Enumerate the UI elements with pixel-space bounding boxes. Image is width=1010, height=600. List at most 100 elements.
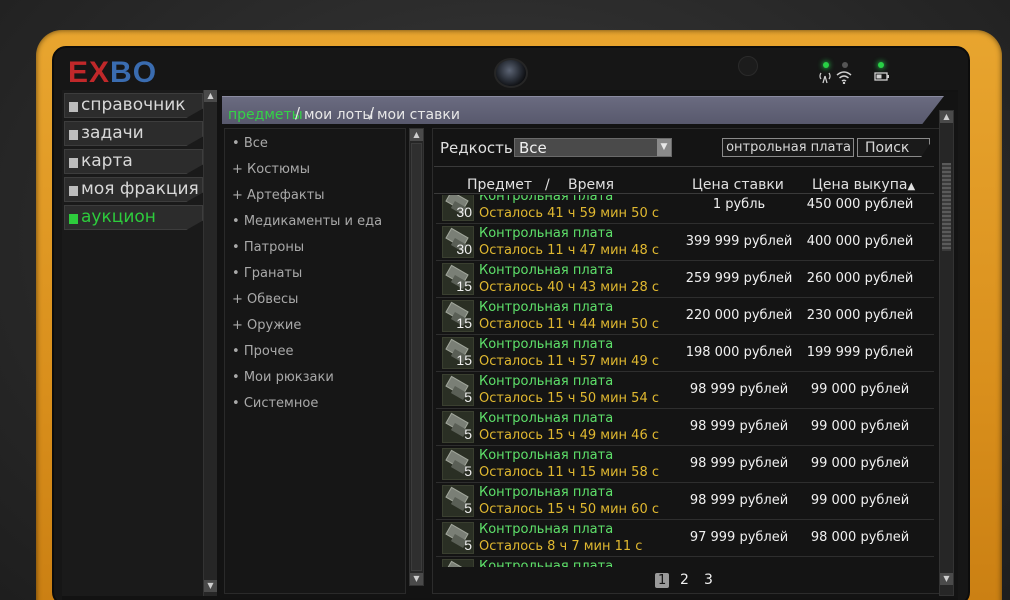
sensor-icon [738,56,758,76]
scroll-up-icon[interactable]: ▲ [410,129,423,141]
column-header-buyout[interactable]: Цена выкупа▲ [812,177,915,193]
sidebar-item-tasks[interactable]: задачи [64,121,203,146]
category-label: Оружие [247,318,302,333]
control-board-icon: 30 [442,195,474,221]
rarity-label: Редкость [440,139,513,157]
item-time-left: Осталось 8 ч 7 мин 11 с [479,539,643,554]
category-label: Обвесы [247,292,299,307]
item-time-left: Осталось 11 ч 15 мин 58 с [479,465,659,480]
category-label: Артефакты [247,188,325,203]
square-icon [69,186,78,196]
bid-price: 98 999 рублей [689,419,789,434]
rarity-select[interactable]: Все ▼ [514,138,672,157]
category-prefix: + [232,318,243,333]
category-item[interactable]: + Костюмы [232,162,310,177]
sidebar-item-reference[interactable]: справочник [64,93,203,118]
square-icon [69,102,78,112]
tab-my-lots[interactable]: мои лоты [304,107,373,123]
category-item[interactable]: • Системное [232,396,318,411]
bid-price: 1 рубль [712,197,766,212]
sidebar-scrollbar[interactable]: ▲ ▼ [203,90,217,596]
buyout-price: 260 000 рублей [806,271,914,286]
table-row[interactable]: 5 Контрольная плата Осталось 8 ч 7 мин 1… [436,520,934,557]
column-header-time[interactable]: Время [568,177,614,193]
led-indicator [842,62,848,68]
tab-bar: предметы / мои лоты / мои ставки [222,96,944,124]
bid-price: 98 999 рублей [689,382,789,397]
category-item[interactable]: • Прочее [232,344,293,359]
column-header-item[interactable]: Предмет [467,177,532,193]
scroll-thumb[interactable] [411,143,422,571]
signal-icon [818,70,832,88]
table-row[interactable]: 30 Контрольная плата Осталось 11 ч 47 ми… [436,224,934,261]
control-board-icon: 15 [442,300,474,332]
chevron-down-icon[interactable]: ▼ [657,139,671,156]
category-prefix: • [232,266,240,281]
category-scrollbar[interactable]: ▲ ▼ [409,128,424,586]
scroll-down-icon[interactable]: ▼ [940,573,953,585]
table-row[interactable]: 15 Контрольная плата Осталось 11 ч 44 ми… [436,298,934,335]
tab-my-bids[interactable]: мои ставки [377,107,460,123]
table-row[interactable]: 5 Контрольная плата Осталось 11 ч 15 мин… [436,446,934,483]
sidebar-item-faction[interactable]: моя фракция [64,177,203,202]
item-time-left: Осталось 40 ч 43 мин 28 с [479,280,659,295]
category-item[interactable]: • Все [232,136,268,151]
sidebar-item-map[interactable]: карта [64,149,203,174]
category-item[interactable]: + Обвесы [232,292,298,307]
item-quantity: 5 [464,500,472,516]
tab-items[interactable]: предметы [228,107,303,123]
sidebar-item-label: аукцион [81,207,156,227]
category-prefix: • [232,214,240,229]
page-button[interactable]: 2 [680,572,689,588]
table-row[interactable]: Контрольная плата [436,557,934,567]
scroll-up-icon[interactable]: ▲ [940,111,953,123]
control-board-icon: 15 [442,263,474,295]
page-button-current[interactable]: 1 [655,573,670,588]
item-time-left: Осталось 11 ч 57 мин 49 с [479,354,659,369]
category-prefix: • [232,344,240,359]
category-prefix: • [232,370,240,385]
category-item[interactable]: • Медикаменты и еда [232,214,382,229]
category-prefix: • [232,136,240,151]
search-input[interactable]: онтрольная плата [722,138,854,157]
scroll-down-icon[interactable]: ▼ [410,573,423,585]
scroll-thumb[interactable] [942,163,951,251]
column-header-bid[interactable]: Цена ставки [692,177,784,193]
category-item[interactable]: • Гранаты [232,266,302,281]
category-label: Костюмы [247,162,310,177]
square-icon [69,130,78,140]
table-row[interactable]: 30 Контрольная плата Осталось 41 ч 59 ми… [436,195,934,224]
lot-list-scrollbar[interactable]: ▲ ▼ [939,110,954,596]
control-board-icon: 5 [442,448,474,480]
square-icon [69,214,78,224]
item-name: Контрольная плата [479,263,614,278]
category-item[interactable]: + Артефакты [232,188,325,203]
table-row[interactable]: 5 Контрольная плата Осталось 15 ч 49 мин… [436,409,934,446]
sidebar-item-auction[interactable]: аукцион [64,205,203,230]
table-row[interactable]: 5 Контрольная плата Осталось 15 ч 50 мин… [436,483,934,520]
bid-price: 259 999 рублей [685,271,793,286]
category-prefix: • [232,240,240,255]
divider [434,166,934,167]
category-item[interactable]: + Оружие [232,318,301,333]
table-row[interactable]: 15 Контрольная плата Осталось 11 ч 57 ми… [436,335,934,372]
buyout-price: 98 000 рублей [810,530,910,545]
item-name: Контрольная плата [479,337,614,352]
item-time-left: Осталось 11 ч 47 мин 48 с [479,243,659,258]
table-row[interactable]: 15 Контрольная плата Осталось 40 ч 43 ми… [436,261,934,298]
category-item[interactable]: • Патроны [232,240,304,255]
item-name: Контрольная плата [479,411,614,426]
sidebar-item-label: карта [81,151,133,171]
item-quantity: 30 [456,204,472,220]
scroll-up-icon[interactable]: ▲ [204,90,217,102]
item-name: Контрольная плата [479,485,614,500]
item-time-left: Осталось 15 ч 50 мин 54 с [479,391,659,406]
buyout-price: 450 000 рублей [806,197,914,212]
item-time-left: Осталось 15 ч 49 мин 46 с [479,428,659,443]
item-quantity: 15 [456,315,472,331]
search-button[interactable]: Поиск [857,138,930,157]
scroll-down-icon[interactable]: ▼ [204,580,217,592]
category-item[interactable]: • Мои рюкзаки [232,370,334,385]
table-row[interactable]: 5 Контрольная плата Осталось 15 ч 50 мин… [436,372,934,409]
page-button[interactable]: 3 [704,572,713,588]
